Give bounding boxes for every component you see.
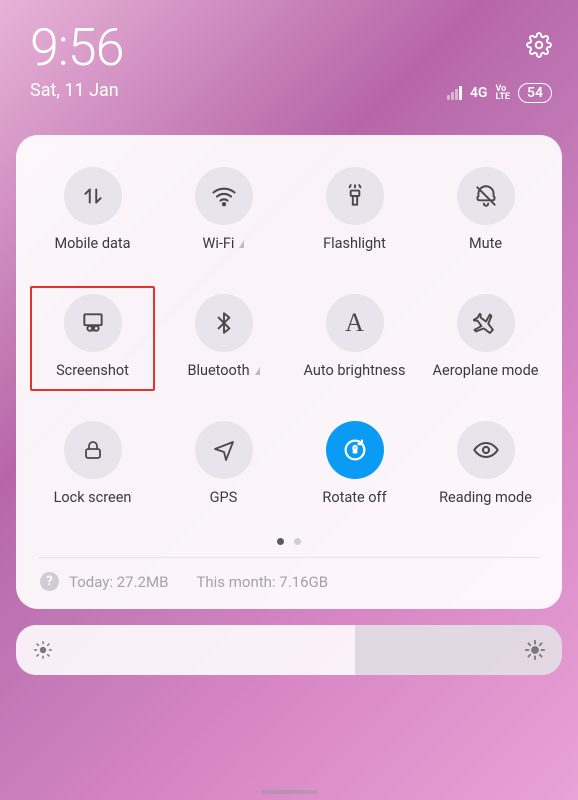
- settings-icon[interactable]: [526, 32, 552, 58]
- tile-flashlight[interactable]: Flashlight: [292, 159, 417, 264]
- tile-label: Mobile data: [54, 235, 130, 252]
- tile-lock-screen[interactable]: Lock screen: [30, 413, 155, 518]
- home-indicator[interactable]: [261, 790, 317, 794]
- tile-label: Flashlight: [323, 235, 386, 252]
- expand-icon: [255, 367, 260, 375]
- wifi-icon: [210, 182, 238, 210]
- tile-screenshot[interactable]: Screenshot: [30, 286, 155, 391]
- tile-auto-brightness[interactable]: A Auto brightness: [292, 286, 417, 391]
- tile-label: GPS: [210, 489, 238, 506]
- tile-label: Bluetooth: [187, 362, 249, 379]
- tile-bluetooth[interactable]: Bluetooth: [161, 286, 286, 391]
- signal-icon: [447, 86, 462, 100]
- battery-indicator: 54: [518, 83, 552, 103]
- tile-label: Screenshot: [56, 362, 129, 379]
- usage-month: This month: 7.16GB: [196, 573, 328, 591]
- tile-label: Reading mode: [439, 489, 532, 506]
- tile-rotate-off[interactable]: Rotate off: [292, 413, 417, 518]
- navigation-icon: [212, 438, 236, 462]
- page-dot: [277, 538, 284, 545]
- tile-gps[interactable]: GPS: [161, 413, 286, 518]
- status-time: 9:56: [30, 22, 123, 74]
- page-indicator[interactable]: [30, 538, 548, 545]
- tile-mute[interactable]: Mute: [423, 159, 548, 264]
- info-icon: ?: [40, 572, 59, 591]
- bell-off-icon: [473, 183, 499, 209]
- eye-icon: [472, 436, 500, 464]
- tile-label: Auto brightness: [304, 362, 406, 379]
- tile-aeroplane-mode[interactable]: Aeroplane mode: [423, 286, 548, 391]
- page-dot: [294, 538, 301, 545]
- flashlight-icon: [342, 183, 368, 209]
- tile-wifi[interactable]: Wi-Fi: [161, 159, 286, 264]
- letter-a-icon: A: [345, 308, 364, 338]
- usage-today: Today: 27.2MB: [69, 573, 168, 591]
- network-type: 4G: [470, 85, 488, 101]
- brightness-slider[interactable]: [16, 625, 562, 675]
- tile-reading-mode[interactable]: Reading mode: [423, 413, 548, 518]
- brightness-high-icon: [524, 639, 546, 661]
- screenshot-icon: [80, 310, 106, 336]
- brightness-low-icon: [32, 639, 54, 661]
- tile-label: Lock screen: [54, 489, 132, 506]
- bluetooth-icon: [211, 310, 237, 336]
- quick-settings-panel: Mobile data Wi-Fi Flashlight Mute Screen…: [16, 135, 562, 609]
- tile-label: Mute: [469, 235, 502, 252]
- tile-label: Rotate off: [322, 489, 386, 506]
- volte-indicator: Vo LTE: [495, 85, 510, 101]
- tile-label: Aeroplane mode: [433, 362, 539, 379]
- tile-label: Wi-Fi: [203, 235, 235, 252]
- tile-mobile-data[interactable]: Mobile data: [30, 159, 155, 264]
- lock-icon: [81, 438, 105, 462]
- data-swap-icon: [80, 183, 106, 209]
- expand-icon: [239, 240, 244, 248]
- data-usage-row[interactable]: ? Today: 27.2MB This month: 7.16GB: [30, 558, 548, 593]
- airplane-icon: [473, 310, 499, 336]
- rotate-lock-icon: [341, 436, 369, 464]
